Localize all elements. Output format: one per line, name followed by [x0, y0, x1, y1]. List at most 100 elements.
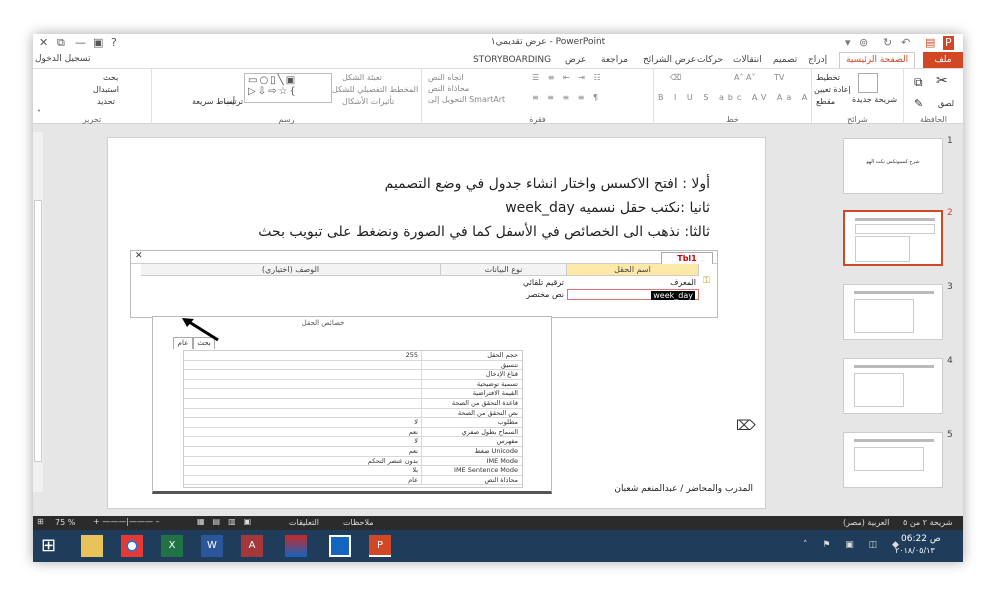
slide-line-1[interactable]: أولا : افتح الاكسس واختار انشاء جدول في …	[385, 176, 710, 192]
save-icon[interactable]: ▤	[925, 36, 935, 50]
list-icons[interactable]: ☰ ≡ ⇤ ⇥ ☷	[532, 73, 604, 82]
start-icon[interactable]: ⊞	[41, 535, 63, 557]
redo-icon[interactable]: ↻	[883, 36, 892, 50]
row-data-type: نص مختصر	[526, 290, 564, 299]
group-slides: شريحة جديدة تخطيط إعادة تعيين مقطع شرائح	[811, 69, 903, 125]
word-icon[interactable]: W	[201, 535, 223, 557]
slide-thumbnail-2[interactable]	[843, 210, 943, 266]
group-label-font: خط	[726, 115, 739, 124]
text-direction-button[interactable]: اتجاه النص	[428, 73, 464, 82]
cut-icon[interactable]: ✂	[936, 73, 948, 89]
sign-in-link[interactable]: تسجيل الدخول	[35, 54, 90, 64]
group-font: TV A˄ A˅ ⌫ B I U S abc AV Aa A خط	[653, 69, 811, 125]
undo-icon[interactable]: ↶	[901, 36, 910, 50]
paste-button[interactable]: لصق	[938, 99, 954, 108]
notes-button[interactable]: ملاحظات	[343, 518, 374, 527]
group-drawing: ▭○▯╲▣ ▷⇩⇨☆{ ترتيب أنماط سريعة تعبئة الشكل…	[151, 69, 421, 125]
system-tray-icons[interactable]: ˄ ⚑ ▣ ◫ ◆	[803, 540, 905, 550]
shape-fill-button[interactable]: تعبئة الشكل	[342, 73, 382, 82]
copy-icon[interactable]: ⧉	[914, 75, 923, 90]
thumbnail-number: 5	[947, 430, 953, 440]
properties-title: خصائص الحقل	[301, 319, 345, 327]
trainer-credit[interactable]: المدرب والمحاضر / عبدالمنعم شعبان	[614, 484, 753, 494]
app-icon[interactable]	[329, 535, 351, 557]
thumbnail-number: 2	[947, 208, 953, 218]
section-button[interactable]: مقطع	[816, 97, 835, 106]
close-icon[interactable]: ✕	[39, 36, 48, 50]
properties-table: حجم الحقل 255 تنسيق قناع الإدخال تسمية تو…	[183, 350, 523, 488]
ribbon-display-icon[interactable]: ▣	[93, 36, 103, 50]
windows-taskbar: ⊞ X W A P ˄ ⚑ ▣ ◫ ◆ 06:22 ص ٢٠١٨/٠٥/١٣	[33, 530, 963, 562]
chrome-icon[interactable]	[121, 535, 143, 557]
grow-font-icon[interactable]: A˄ A˅	[734, 73, 756, 82]
field-properties-panel: خصائص الحقل عام بحث حجم الحقل 255 تنسيق ق…	[152, 316, 552, 494]
format-painter-icon[interactable]: ✎	[914, 97, 923, 110]
window-title: عرض تقديمي١ - PowerPoint	[490, 37, 606, 47]
powerpoint-icon[interactable]: P	[369, 535, 391, 557]
access-icon[interactable]: A	[241, 535, 263, 557]
status-bar: ⊞ 75 % + ———|——— – ▦▤▥▣ التعليقات ملاحظا…	[33, 516, 963, 530]
property-row: السماح بطول صفري نعم	[184, 427, 522, 438]
view-icons[interactable]: ▦▤▥▣	[197, 517, 259, 526]
slide-line-2[interactable]: ثانيا :نكتب حقل نسميه week_day	[505, 200, 710, 216]
mouse-cursor-icon: ⌦	[736, 418, 756, 434]
restore-icon[interactable]: ⧉	[57, 36, 65, 50]
tab-storyboarding[interactable]: STORYBOARDING	[473, 53, 551, 67]
tab-insert[interactable]: إدراج	[808, 53, 827, 67]
clear-format-icon[interactable]: ⌫	[670, 73, 681, 82]
property-row: حجم الحقل 255	[184, 351, 522, 361]
select-button[interactable]: تحديد	[97, 97, 115, 106]
vertical-scrollbar[interactable]	[33, 132, 43, 492]
scroll-thumb[interactable]	[34, 200, 42, 462]
file-explorer-icon[interactable]	[81, 535, 103, 557]
excel-icon[interactable]: X	[161, 535, 183, 557]
quick-styles-button[interactable]: أنماط سريعة	[192, 97, 235, 106]
font-style-icons[interactable]: B I U S abc AV Aa A	[658, 93, 811, 102]
tab-transitions[interactable]: انتقالات	[733, 53, 762, 67]
layout-button[interactable]: تخطيط	[816, 73, 840, 82]
align-text-button[interactable]: محاذاة النص	[428, 84, 469, 93]
zoom-slider[interactable]: + ———|——— –	[93, 517, 159, 526]
slide-line-3[interactable]: ثالثا: نذهب الى الخصائص في الأسفل كما في…	[258, 224, 710, 240]
slide-thumbnail-1[interactable]: شرح كمبيوتكس نكت الهو	[843, 138, 943, 194]
clock-date[interactable]: ٢٠١٨/٠٥/١٣	[895, 546, 935, 555]
tab-file[interactable]: ملف	[923, 52, 963, 68]
group-label-paragraph: فقرة	[529, 115, 546, 124]
shape-outline-button[interactable]: المخطط التفصيلي للشكل	[332, 85, 418, 94]
clock-time[interactable]: 06:22 ص	[901, 534, 941, 544]
present-icon[interactable]: ⊚	[859, 36, 868, 50]
slide-thumbnail-5[interactable]	[843, 432, 943, 488]
slide-canvas[interactable]: أولا : افتح الاكسس واختار انشاء جدول في …	[107, 137, 766, 509]
tab-design[interactable]: تصميم	[773, 53, 797, 67]
minimize-icon[interactable]: —	[75, 36, 86, 50]
reset-button[interactable]: إعادة تعيين	[814, 85, 851, 94]
editor-area: أولا : افتح الاكسس واختار انشاء جدول في …	[33, 124, 963, 516]
qat-more-icon[interactable]: ▾	[845, 36, 851, 50]
shapes-gallery[interactable]: ▭○▯╲▣ ▷⇩⇨☆{	[244, 73, 332, 103]
tab-slideshow[interactable]: عرض الشرائح	[643, 53, 696, 67]
language-indicator[interactable]: العربية (مصر)	[843, 518, 889, 527]
replace-button[interactable]: استبدال	[93, 85, 119, 94]
help-icon[interactable]: ?	[111, 36, 117, 50]
property-row: مطلوب لا	[184, 418, 522, 428]
tab-animations[interactable]: حركات	[697, 53, 723, 67]
align-icons[interactable]: ≡ ≡ ≡ ≡ ¶	[532, 93, 601, 102]
comments-button[interactable]: التعليقات	[289, 518, 319, 527]
slide-thumbnail-4[interactable]	[843, 358, 943, 414]
new-slide-button[interactable]: شريحة جديدة	[852, 95, 897, 104]
find-button[interactable]: بحث	[103, 73, 118, 82]
new-slide-icon[interactable]	[858, 73, 878, 93]
column-header-field-name: اسم الحقل	[567, 264, 699, 276]
tab-review[interactable]: مراجعة	[601, 53, 628, 67]
zoom-level[interactable]: 75 %	[55, 518, 75, 527]
tab-view[interactable]: عرض	[565, 53, 586, 67]
smartart-button[interactable]: التحويل إلى SmartArt	[428, 95, 505, 104]
app-stack-icon[interactable]	[285, 535, 307, 557]
property-row: قناع الإدخال	[184, 370, 522, 380]
ribbon: ✂ ⧉ لصق ✎ الحافظة شريحة جديدة تخطيط إعاد…	[33, 68, 963, 125]
slide-thumbnail-3[interactable]	[843, 284, 943, 340]
font-size-input[interactable]: TV	[774, 73, 784, 82]
fit-slide-icon[interactable]: ⊞	[37, 517, 44, 526]
tab-home[interactable]: الصفحة الرئيسية	[839, 52, 916, 68]
shape-effects-button[interactable]: تأثيرات الأشكال	[342, 97, 394, 106]
